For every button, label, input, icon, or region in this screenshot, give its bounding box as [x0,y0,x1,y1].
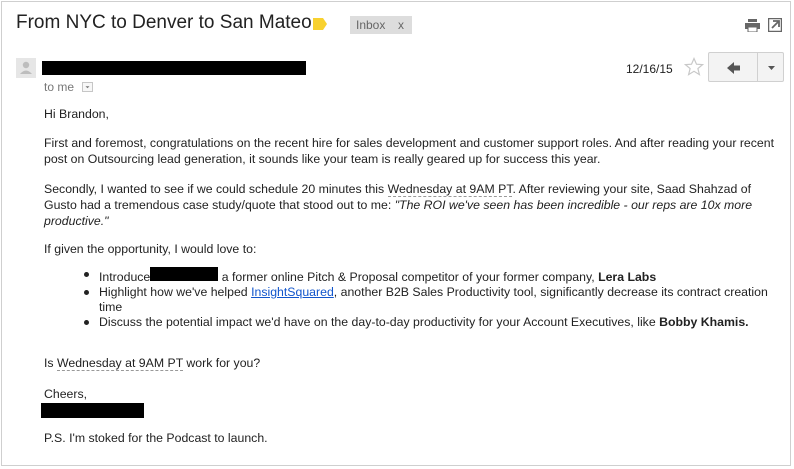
contact-name: Bobby Khamis. [659,315,749,329]
company-name: Lera Labs [598,270,657,284]
list-item: Discuss the potential impact we'd have o… [84,315,774,330]
avatar-icon [16,58,36,78]
paragraph-text: Secondly, I wanted to see if we could sc… [44,182,388,196]
meeting-time[interactable]: Wednesday at 9AM PT [56,356,183,371]
email-paragraph-second: Secondly, I wanted to see if we could sc… [44,181,779,229]
inbox-label-text: Inbox [356,18,386,32]
meeting-time[interactable]: Wednesday at 9AM PT [387,182,513,197]
chevron-down-icon [768,66,775,70]
email-subject: From NYC to Denver to San Mateo [16,12,312,33]
signature-redaction [41,403,144,418]
email-greeting: Hi Brandon, [44,107,109,121]
email-signoff: Cheers, [44,387,88,401]
list-item-text: a former online Pitch & Proposal competi… [218,270,599,284]
recipient-label: to me [44,80,75,94]
email-postscript: P.S. I'm stoked for the Podcast to launc… [44,431,268,445]
inbox-label-chip[interactable]: Inbox x [350,16,412,34]
recipient-details-button[interactable] [82,82,93,92]
reply-button[interactable] [708,52,758,82]
list-item: Highlight how we've helped InsightSquare… [84,285,774,315]
company-redaction [150,267,219,281]
question-prefix: Is [44,356,57,370]
email-paragraph-opportunity: If given the opportunity, I would love t… [44,242,257,256]
sender-redaction [42,61,306,75]
remove-label-button[interactable]: x [398,18,404,32]
star-icon[interactable] [684,57,704,77]
reply-icon [727,62,740,74]
list-item-text: Introduce [99,270,151,284]
email-paragraph-first: First and foremost, congratulations on t… [44,136,775,166]
insightsquared-link[interactable]: InsightSquared [251,285,334,299]
new-window-icon[interactable] [768,18,782,32]
list-item-text: Discuss the potential impact we'd have o… [99,315,660,329]
question-text: work for you? [182,356,261,370]
proposal-list: Introduce a former online Pitch & Propos… [84,267,774,330]
more-actions-button[interactable] [757,52,784,82]
print-icon[interactable] [745,19,760,32]
label-tag-icon[interactable] [313,18,327,30]
email-question: Is Wednesday at 9AM PT work for you? [44,355,260,371]
list-item-text: Highlight how we've helped [99,285,252,299]
email-date: 12/16/15 [626,62,673,76]
list-item: Introduce a former online Pitch & Propos… [84,267,774,285]
